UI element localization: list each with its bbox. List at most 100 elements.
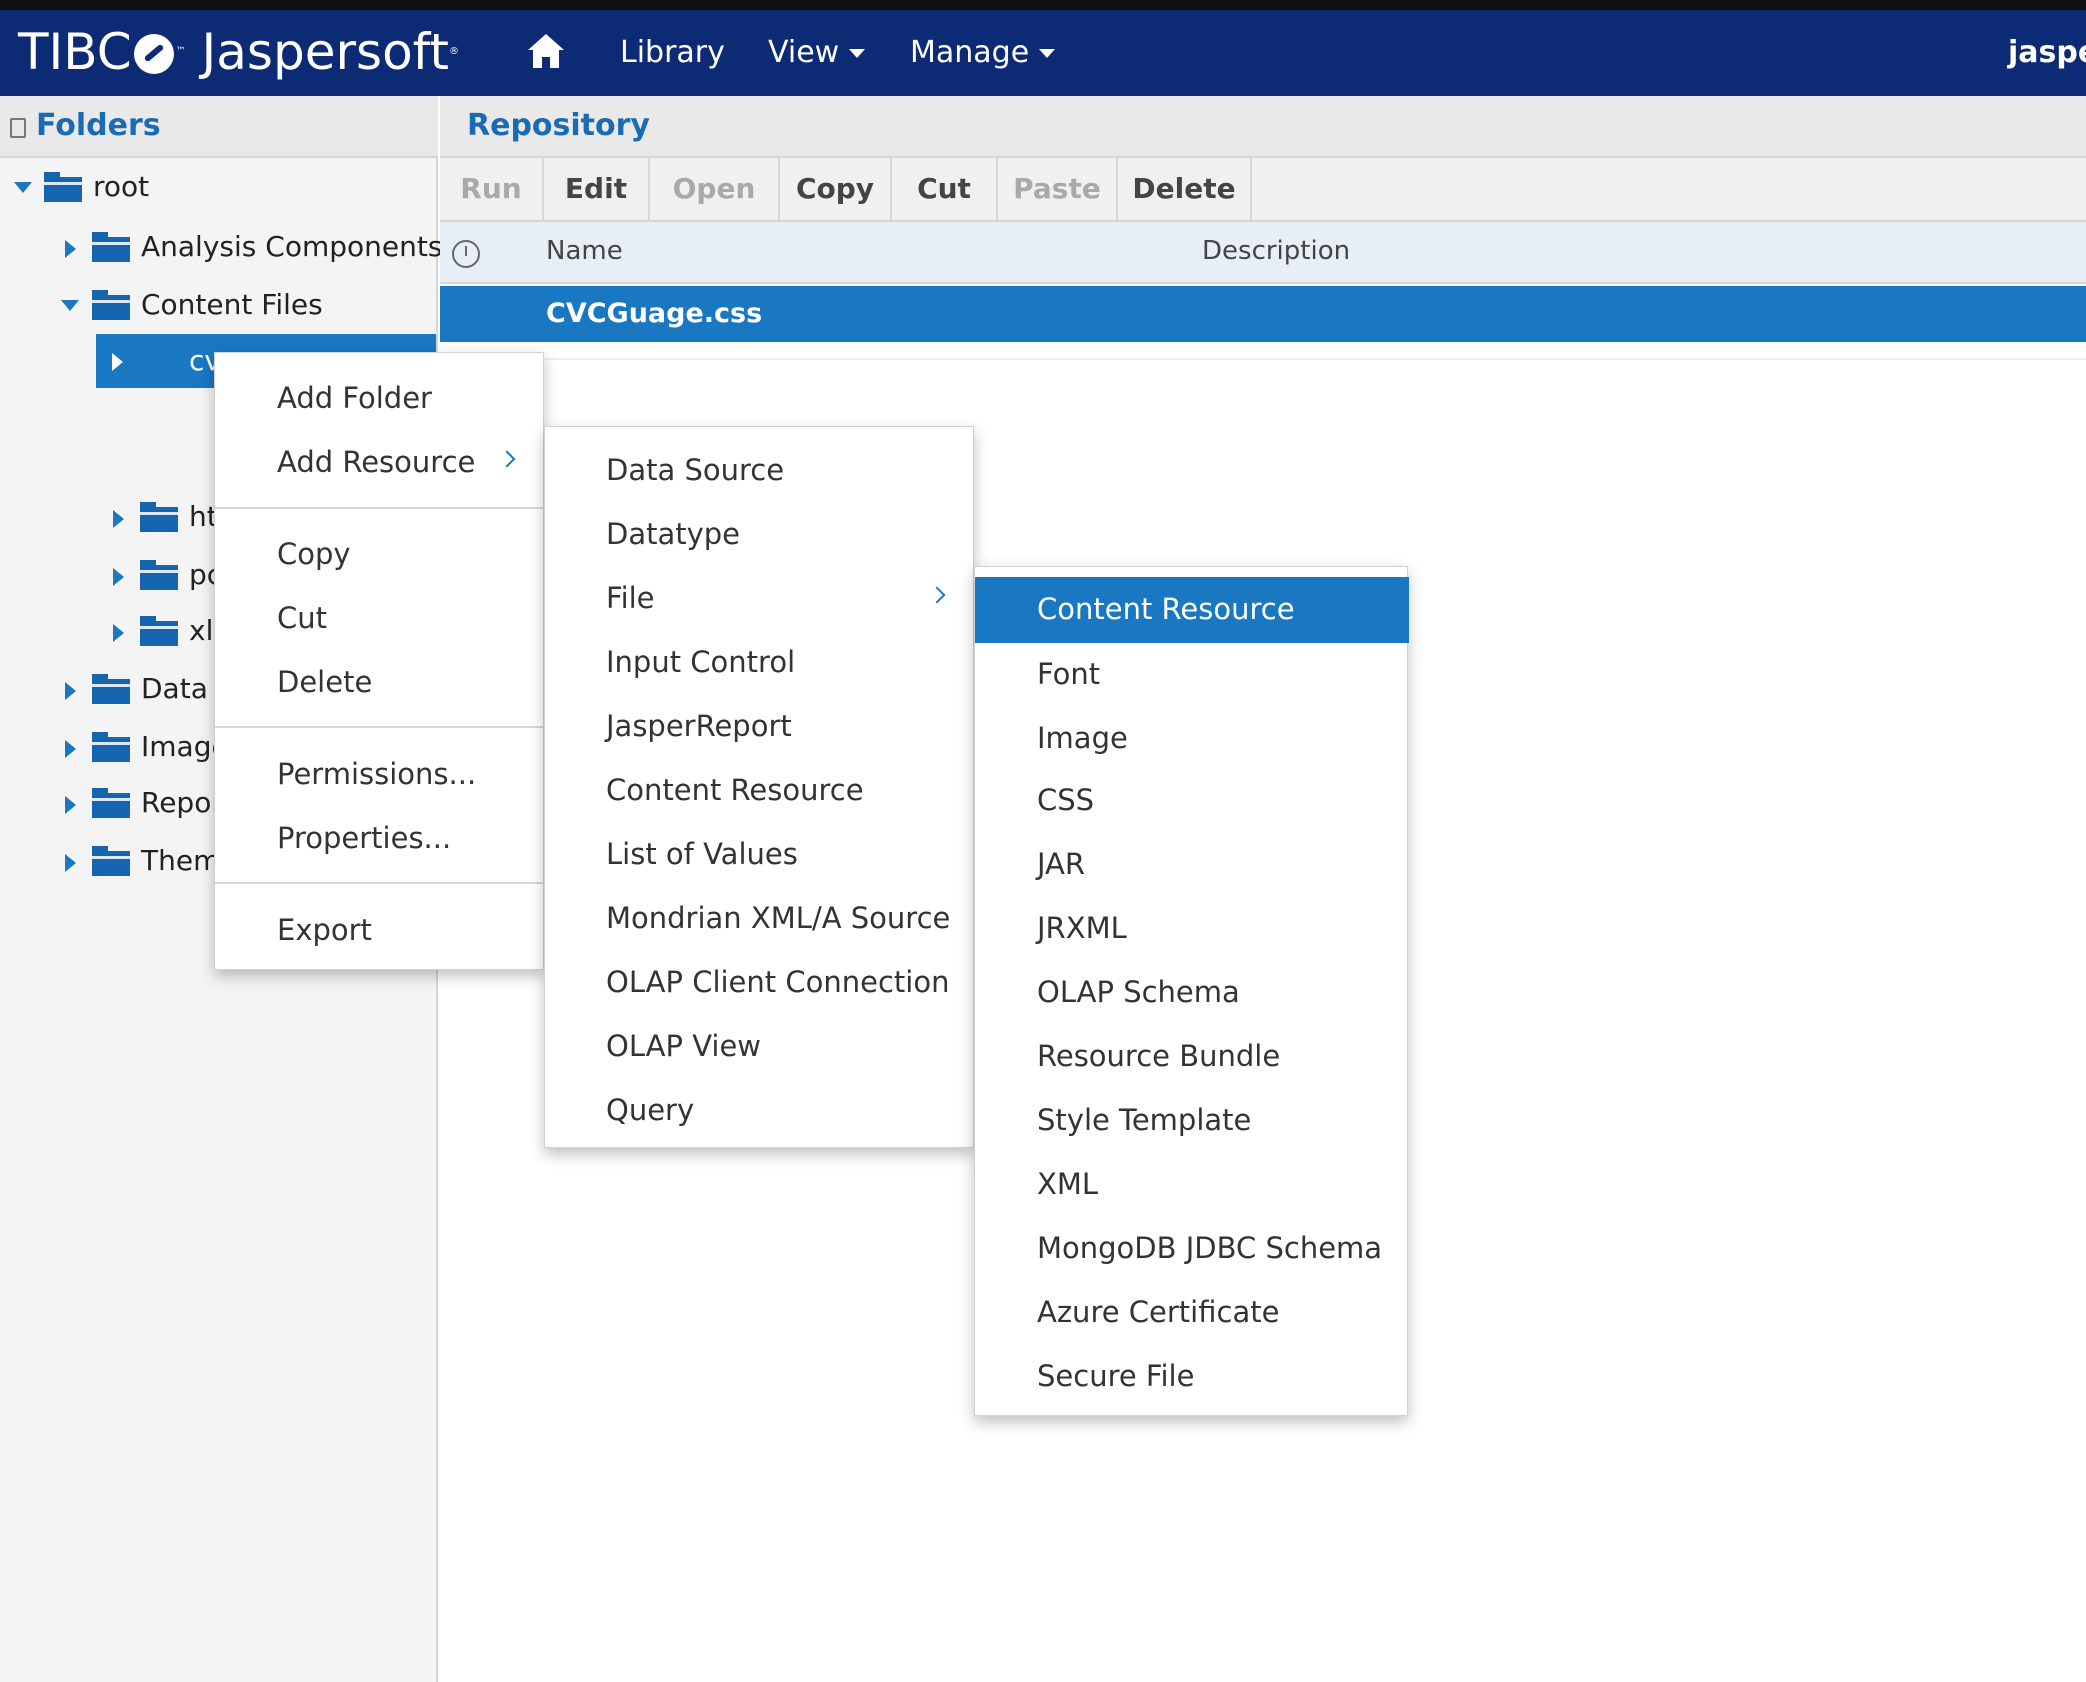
collapse-arrow-icon[interactable] [61, 300, 79, 311]
menu-item-jar[interactable]: JAR [975, 837, 1409, 891]
menu-item-content-resource[interactable]: Content Resource [545, 763, 975, 817]
tibco-jaspersoft-logo[interactable]: TIBC ™ Jaspersoft® [18, 24, 459, 80]
caret-down-icon [849, 49, 866, 58]
nav-manage-label: Manage [910, 35, 1030, 70]
collapse-arrow-icon[interactable] [14, 182, 32, 193]
nav-library[interactable]: Library [620, 35, 725, 71]
folder-icon [92, 846, 130, 876]
menu-item-css[interactable]: CSS [975, 773, 1409, 827]
menu-item-image[interactable]: Image [975, 711, 1409, 765]
folder-icon [140, 560, 178, 590]
menu-item-olap-view[interactable]: OLAP View [545, 1019, 975, 1073]
menu-item-style-template[interactable]: Style Template [975, 1093, 1409, 1147]
expand-arrow-icon[interactable] [113, 624, 124, 642]
window-top-border [0, 0, 2086, 10]
folder-icon [140, 346, 178, 376]
menu-item-add-resource[interactable]: Add Resource [215, 435, 545, 489]
menu-item-secure-file[interactable]: Secure File [975, 1349, 1409, 1403]
menu-separator [215, 882, 545, 884]
menu-item-jasperreport[interactable]: JasperReport [545, 699, 975, 753]
tree-node-label: Repor [141, 786, 223, 819]
menu-item-jrxml[interactable]: JRXML [975, 901, 1409, 955]
menu-item-font[interactable]: Font [975, 647, 1409, 701]
chevron-right-icon [498, 450, 516, 468]
menu-item-cut[interactable]: Cut [215, 591, 545, 645]
tree-node-label: Analysis Components [141, 230, 443, 263]
expand-arrow-icon[interactable] [65, 240, 76, 258]
folders-panel-header: Folders [0, 96, 438, 158]
expand-arrow-icon[interactable] [65, 796, 76, 814]
tree-node-label: root [93, 170, 150, 203]
menu-item-olap-schema[interactable]: OLAP Schema [975, 965, 1409, 1019]
menu-item-add-folder[interactable]: Add Folder [215, 371, 545, 425]
expand-arrow-icon[interactable] [113, 568, 124, 586]
expand-arrow-icon[interactable] [112, 353, 123, 371]
clock-icon [452, 240, 480, 268]
open-button[interactable]: Open [650, 158, 780, 220]
menu-item-file[interactable]: File [545, 571, 975, 625]
menu-item-delete[interactable]: Delete [215, 655, 545, 709]
folders-panel-title: Folders [36, 108, 161, 143]
copy-button[interactable]: Copy [780, 158, 892, 220]
column-description-header[interactable]: Description [1202, 236, 1350, 266]
menu-item-datatype[interactable]: Datatype [545, 507, 975, 561]
run-button[interactable]: Run [440, 158, 544, 220]
repository-toolbar: Run Edit Open Copy Cut Paste Delete [440, 158, 2086, 222]
tree-node-label: Content Files [141, 288, 323, 321]
add-resource-submenu: Data Source Datatype File Input Control … [544, 426, 974, 1148]
menu-item-azure-certificate[interactable]: Azure Certificate [975, 1285, 1409, 1339]
repository-panel-header: Repository [440, 96, 2086, 158]
nav-manage-menu[interactable]: Manage [910, 35, 1056, 71]
nav-view-label: View [768, 35, 840, 70]
folder-icon [92, 788, 130, 818]
repository-column-header: Name Description [440, 222, 2086, 284]
home-icon[interactable] [526, 32, 566, 70]
menu-separator [215, 507, 545, 509]
chevron-right-icon [928, 586, 946, 604]
menu-item-content-resource-highlighted[interactable]: Content Resource [975, 577, 1409, 643]
delete-button[interactable]: Delete [1118, 158, 1252, 220]
menu-item-resource-bundle[interactable]: Resource Bundle [975, 1029, 1409, 1083]
menu-item-copy[interactable]: Copy [215, 527, 545, 581]
panel-minimize-icon[interactable] [10, 118, 26, 138]
file-submenu: Content Resource Font Image CSS JAR JRXM… [974, 566, 1409, 1416]
tree-node-analysis-components[interactable]: Analysis Components [0, 222, 442, 272]
app-header: TIBC ™ Jaspersoft® Library View Manage ja… [0, 10, 2086, 96]
folder-icon [140, 616, 178, 646]
edit-button[interactable]: Edit [544, 158, 650, 220]
expand-arrow-icon[interactable] [113, 510, 124, 528]
menu-item-mondrian-xmla-source[interactable]: Mondrian XML/A Source [545, 891, 975, 945]
expand-arrow-icon[interactable] [65, 740, 76, 758]
menu-item-mongodb-jdbc-schema[interactable]: MongoDB JDBC Schema [975, 1221, 1409, 1275]
menu-item-query[interactable]: Query [545, 1083, 975, 1137]
menu-item-list-of-values[interactable]: List of Values [545, 827, 975, 881]
expand-arrow-icon[interactable] [65, 854, 76, 872]
expand-arrow-icon[interactable] [65, 682, 76, 700]
caret-down-icon [1039, 49, 1056, 58]
nav-view-menu[interactable]: View [768, 35, 866, 71]
menu-item-permissions[interactable]: Permissions... [215, 747, 545, 801]
resource-name-link[interactable]: CVCGuage.css [546, 298, 762, 329]
folder-context-menu: Add Folder Add Resource Copy Cut Delete … [214, 352, 545, 970]
paste-button[interactable]: Paste [998, 158, 1118, 220]
menu-item-properties[interactable]: Properties... [215, 811, 545, 865]
tree-node-content-files[interactable]: Content Files [0, 280, 438, 330]
menu-item-input-control[interactable]: Input Control [545, 635, 975, 689]
cut-button[interactable]: Cut [892, 158, 998, 220]
repository-title: Repository [467, 108, 650, 143]
menu-item-xml[interactable]: XML [975, 1157, 1409, 1211]
menu-item-olap-client-connection[interactable]: OLAP Client Connection [545, 955, 975, 1009]
logo-text-jaspersoft: Jaspersoft [201, 23, 449, 81]
folder-icon [92, 290, 130, 320]
folder-icon [92, 232, 130, 262]
logo-mark-icon [133, 33, 174, 74]
menu-item-export[interactable]: Export [215, 903, 545, 957]
menu-separator [215, 726, 545, 728]
menu-item-data-source[interactable]: Data Source [545, 443, 975, 497]
folder-icon [44, 172, 82, 202]
column-name-header[interactable]: Name [546, 236, 623, 266]
row-divider [440, 358, 2086, 360]
user-menu[interactable]: jasper [2008, 35, 2086, 70]
table-row[interactable]: CVCGuage.css [440, 286, 2086, 342]
tree-node-root[interactable]: root [0, 162, 438, 212]
